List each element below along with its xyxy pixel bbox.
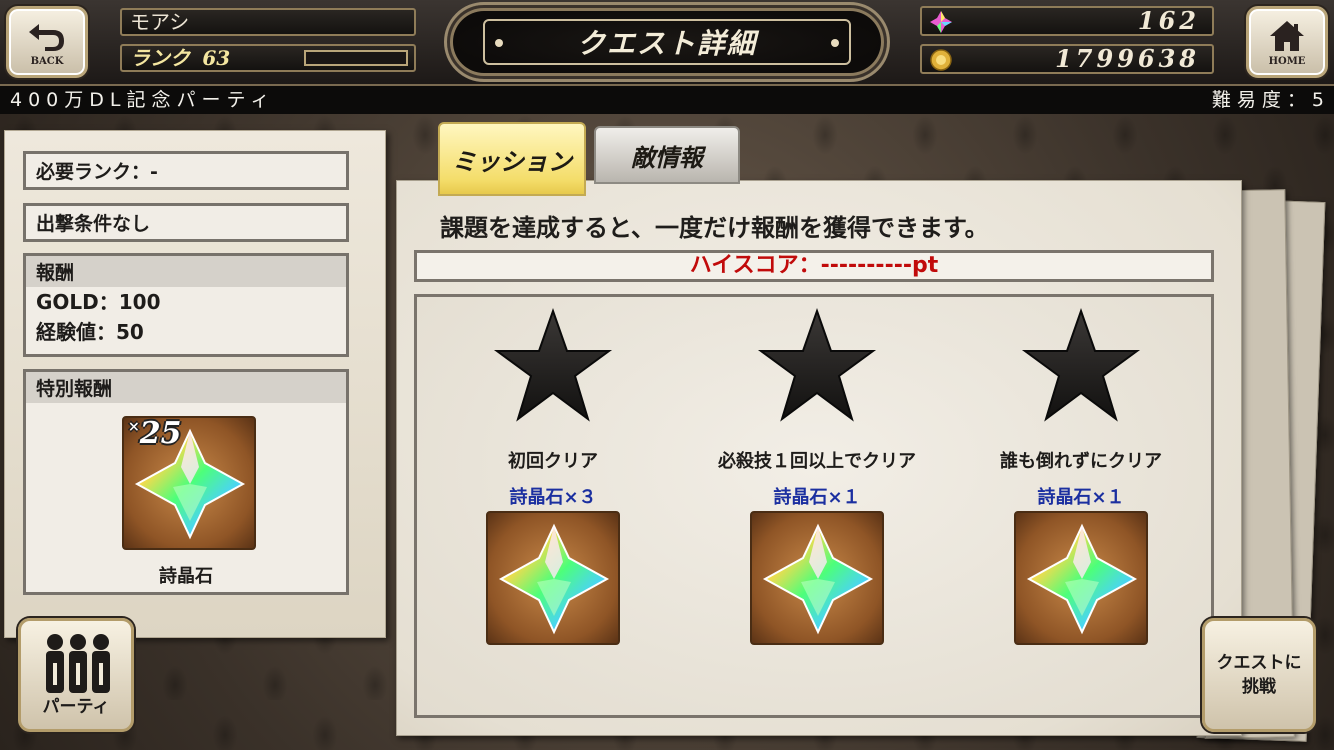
crystal-icon — [1026, 523, 1138, 635]
quest-subbar: 400万DL記念パーティ 難易度：5 — [0, 86, 1334, 114]
missions-box: 初回クリア 詩晶石×３ 必殺技１回以上でクリア 詩晶石×１ 誰も倒れずにクリア … — [414, 294, 1214, 718]
sortie-condition: 出撃条件なし — [36, 213, 151, 235]
gem-count: 162 — [1137, 6, 1200, 35]
star-icon — [1021, 307, 1141, 422]
reward-title: 報酬 — [26, 256, 346, 287]
mission-reward-item[interactable] — [750, 511, 884, 645]
high-score-bar: ハイスコア：----------pt — [414, 250, 1214, 282]
mission-reward: 詩晶石×３ — [509, 487, 597, 508]
special-reward-item[interactable]: ×25 — [122, 416, 256, 550]
rank-label: ランク — [130, 46, 190, 70]
special-reward-qty: ×25 — [128, 416, 181, 451]
crystal-icon — [762, 523, 874, 635]
home-button[interactable]: HOME — [1246, 6, 1328, 78]
party-button-label: パーティ — [42, 697, 110, 717]
gold-counter: 1799638 — [920, 44, 1214, 74]
party-button[interactable]: パーティ — [18, 618, 134, 732]
gold-count: 1799638 — [1055, 44, 1200, 73]
back-label: BACK — [30, 55, 64, 67]
back-arrow-icon — [29, 23, 64, 51]
house-icon — [1270, 20, 1304, 51]
reward-exp: 経験値：50 — [36, 320, 144, 344]
mission-item: 必殺技１回以上でクリア 詩晶石×１ — [702, 303, 932, 663]
top-bar: BACK モアシ ランク 63 クエスト詳細 162 1799638 HOME — [0, 0, 1334, 86]
special-reward-box: 特別報酬 ×25 詩晶石 — [23, 369, 349, 595]
mission-label: 誰も倒れずにクリア — [1000, 451, 1162, 472]
rank-exp-bar — [304, 50, 408, 66]
challenge-quest-button[interactable]: クエストに 挑戦 — [1202, 618, 1316, 732]
special-reward-name: 詩晶石 — [159, 566, 213, 587]
mission-reward: 詩晶石×１ — [773, 487, 861, 508]
player-name: モアシ — [120, 8, 416, 36]
required-rank: 必要ランク：- — [36, 161, 158, 183]
party-name: 400万DL記念パーティ — [10, 89, 276, 111]
gold-coin-icon — [930, 49, 952, 71]
party-members-icon — [46, 634, 110, 693]
mission-reward: 詩晶石×１ — [1037, 487, 1125, 508]
gem-counter: 162 — [920, 6, 1214, 36]
mission-label: 初回クリア — [508, 451, 598, 472]
mission-item: 初回クリア 詩晶石×３ — [438, 303, 668, 663]
required-rank-row: 必要ランク：- — [23, 151, 349, 190]
mission-reward-item[interactable] — [1014, 511, 1148, 645]
special-reward-title: 特別報酬 — [26, 372, 346, 403]
qty-prefix: × — [128, 419, 140, 435]
rank-plate: ランク 63 — [120, 44, 416, 72]
star-icon — [493, 307, 613, 422]
crystal-icon — [930, 11, 952, 33]
quest-info-panel: 必要ランク：- 出撃条件なし 報酬 GOLD：100 経験値：50 特別報酬 ×… — [4, 130, 386, 638]
reward-box: 報酬 GOLD：100 経験値：50 — [23, 253, 349, 357]
qty-value: 25 — [139, 416, 182, 451]
difficulty: 難易度：5 — [1211, 89, 1330, 111]
title-inner: クエスト詳細 — [483, 19, 851, 65]
mission-item: 誰も倒れずにクリア 詩晶石×１ — [966, 303, 1196, 663]
sortie-condition-row: 出撃条件なし — [23, 203, 349, 242]
reward-gold: GOLD：100 — [36, 290, 161, 314]
home-label: HOME — [1268, 55, 1306, 67]
star-icon — [757, 307, 877, 422]
tab-enemy-info[interactable]: 敵情報 — [594, 126, 740, 184]
page-title: クエスト詳細 — [576, 27, 757, 60]
mission-label: 必殺技１回以上でクリア — [718, 451, 916, 472]
mission-reward-item[interactable] — [486, 511, 620, 645]
back-button[interactable]: BACK — [6, 6, 88, 78]
rank-value: 63 — [202, 46, 231, 70]
title-frame: クエスト詳細 — [444, 2, 890, 82]
tab-mission[interactable]: ミッション — [438, 122, 586, 196]
crystal-icon — [498, 523, 610, 635]
mission-description: 課題を達成すると、一度だけ報酬を獲得できます。 — [440, 214, 989, 242]
